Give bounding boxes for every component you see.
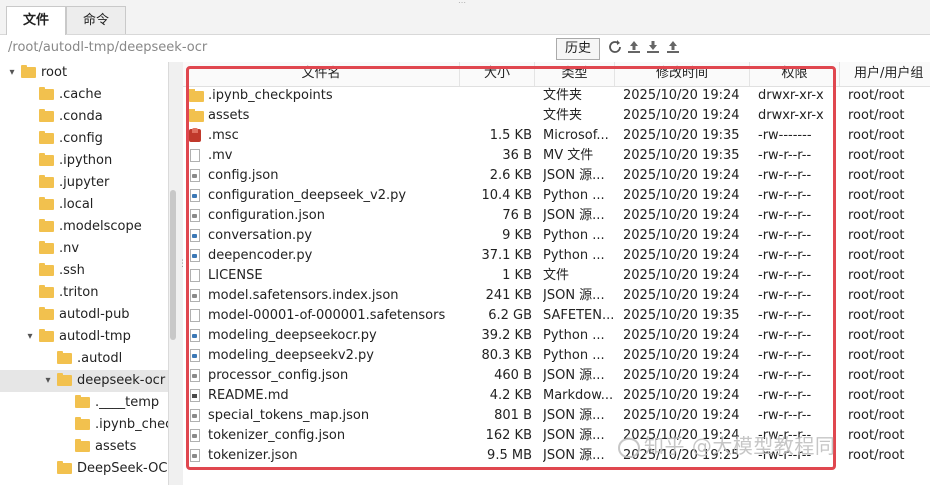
- upload-alt-icon[interactable]: [665, 39, 681, 55]
- folder-icon: [39, 153, 54, 166]
- tree-item[interactable]: autodl-pub: [0, 304, 168, 326]
- file-owner: root/root: [848, 448, 905, 463]
- tree-item[interactable]: .nv: [0, 238, 168, 260]
- folder-icon: [39, 131, 54, 144]
- tree-item-label: deepseek-ocr: [77, 373, 166, 388]
- tree-item-label: DeepSeek-OCI: [77, 461, 168, 476]
- file-owner: root/root: [848, 228, 905, 243]
- tree-item-label: .jupyter: [59, 175, 110, 190]
- tree-item[interactable]: .ssh: [0, 260, 168, 282]
- history-button[interactable]: 历史: [556, 38, 600, 60]
- folder-icon: [39, 307, 54, 320]
- file-owner: root/root: [848, 128, 905, 143]
- file-owner: root/root: [848, 108, 905, 123]
- folder-icon: [39, 285, 54, 298]
- tree-item[interactable]: .local: [0, 194, 168, 216]
- folder-tree: ▾ root .cache .conda .config .ipython .jupyter…: [0, 62, 168, 485]
- chevron-down-icon[interactable]: ▾: [24, 326, 36, 348]
- file-owner: root/root: [848, 188, 905, 203]
- chevron-down-icon[interactable]: ▾: [42, 370, 54, 392]
- tree-item-label: .ipynb_chec: [95, 417, 168, 432]
- path-input[interactable]: /root/autodl-tmp/deepseek-ocr: [8, 40, 207, 55]
- file-owner: root/root: [848, 288, 905, 303]
- highlight-box: [186, 66, 836, 470]
- folder-icon: [57, 351, 72, 364]
- chevron-down-icon[interactable]: ▾: [6, 62, 18, 84]
- tree-item[interactable]: DeepSeek-OCI: [0, 458, 168, 480]
- file-owner: root/root: [848, 388, 905, 403]
- file-owner: root/root: [848, 308, 905, 323]
- tree-item-label: assets: [95, 439, 137, 454]
- tree-item[interactable]: ▾ root: [0, 62, 168, 84]
- path-bar: /root/autodl-tmp/deepseek-ocr 历史: [0, 35, 930, 61]
- folder-icon: [39, 263, 54, 276]
- column-owner[interactable]: 用户/用户组: [840, 62, 930, 86]
- folder-icon: [39, 175, 54, 188]
- tree-item[interactable]: .ipynb_chec: [0, 414, 168, 436]
- folder-icon: [39, 219, 54, 232]
- tree-item-label: .autodl: [77, 351, 123, 366]
- tree-item[interactable]: .autodl: [0, 348, 168, 370]
- tree-item-label: .local: [59, 197, 94, 212]
- tree-item[interactable]: assets: [0, 436, 168, 458]
- watermark-logo-icon: [618, 437, 640, 458]
- tree-item[interactable]: .modelscope: [0, 216, 168, 238]
- splitter-grip-icon[interactable]: ⋮: [178, 260, 187, 276]
- refresh-icon[interactable]: [607, 39, 623, 55]
- tree-item[interactable]: .jupyter: [0, 172, 168, 194]
- file-owner: root/root: [848, 88, 905, 103]
- tree-item-label: .ssh: [59, 263, 85, 278]
- watermark: 知乎 @大模型教程同: [618, 430, 835, 459]
- file-owner: root/root: [848, 268, 905, 283]
- tree-item-label: .ipython: [59, 153, 113, 168]
- folder-icon: [57, 373, 72, 386]
- tree-item[interactable]: .config: [0, 128, 168, 150]
- tree-item-label: .modelscope: [59, 219, 142, 234]
- file-owner: root/root: [848, 148, 905, 163]
- folder-icon: [39, 241, 54, 254]
- tree-item[interactable]: .conda: [0, 106, 168, 128]
- tree-item[interactable]: .ipython: [0, 150, 168, 172]
- file-owner: root/root: [848, 348, 905, 363]
- folder-icon: [75, 395, 90, 408]
- tree-item-label: .nv: [59, 241, 80, 256]
- tree-item[interactable]: ▾ autodl-tmp: [0, 326, 168, 348]
- tree-item-label: .conda: [59, 109, 103, 124]
- tree-item[interactable]: ▾ deepseek-ocr: [0, 370, 168, 392]
- folder-icon: [39, 109, 54, 122]
- tab-files[interactable]: 文件: [6, 6, 66, 35]
- drag-handle-icon[interactable]: ⋯: [458, 0, 474, 7]
- file-owner: root/root: [848, 408, 905, 423]
- download-icon[interactable]: [645, 39, 661, 55]
- folder-icon: [21, 65, 36, 78]
- tree-item-label: autodl-tmp: [59, 329, 131, 344]
- file-owner: root/root: [848, 208, 905, 223]
- folder-icon: [75, 417, 90, 430]
- file-owner: root/root: [848, 168, 905, 183]
- file-owner: root/root: [848, 328, 905, 343]
- folder-icon: [39, 329, 54, 342]
- tree-item-label: root: [41, 65, 68, 80]
- tab-bar: 文件 命令 ⋯: [0, 0, 930, 35]
- folder-icon: [39, 87, 54, 100]
- folder-icon: [57, 461, 72, 474]
- scrollbar-thumb[interactable]: [170, 190, 176, 340]
- tree-item-label: .cache: [59, 87, 102, 102]
- tree-item[interactable]: .cache: [0, 84, 168, 106]
- upload-icon[interactable]: [626, 39, 642, 55]
- folder-icon: [39, 197, 54, 210]
- tree-item-label: autodl-pub: [59, 307, 130, 322]
- tree-item[interactable]: .____temp: [0, 392, 168, 414]
- tree-item[interactable]: .triton: [0, 282, 168, 304]
- file-owner: root/root: [848, 368, 905, 383]
- tree-item-label: .____temp: [95, 395, 160, 410]
- file-owner: root/root: [848, 428, 905, 443]
- watermark-text: 知乎 @大模型教程同: [644, 434, 836, 458]
- tree-item-label: .config: [59, 131, 103, 146]
- tree-item-label: .triton: [59, 285, 99, 300]
- tab-commands[interactable]: 命令: [66, 6, 126, 34]
- folder-icon: [75, 439, 90, 452]
- file-owner: root/root: [848, 248, 905, 263]
